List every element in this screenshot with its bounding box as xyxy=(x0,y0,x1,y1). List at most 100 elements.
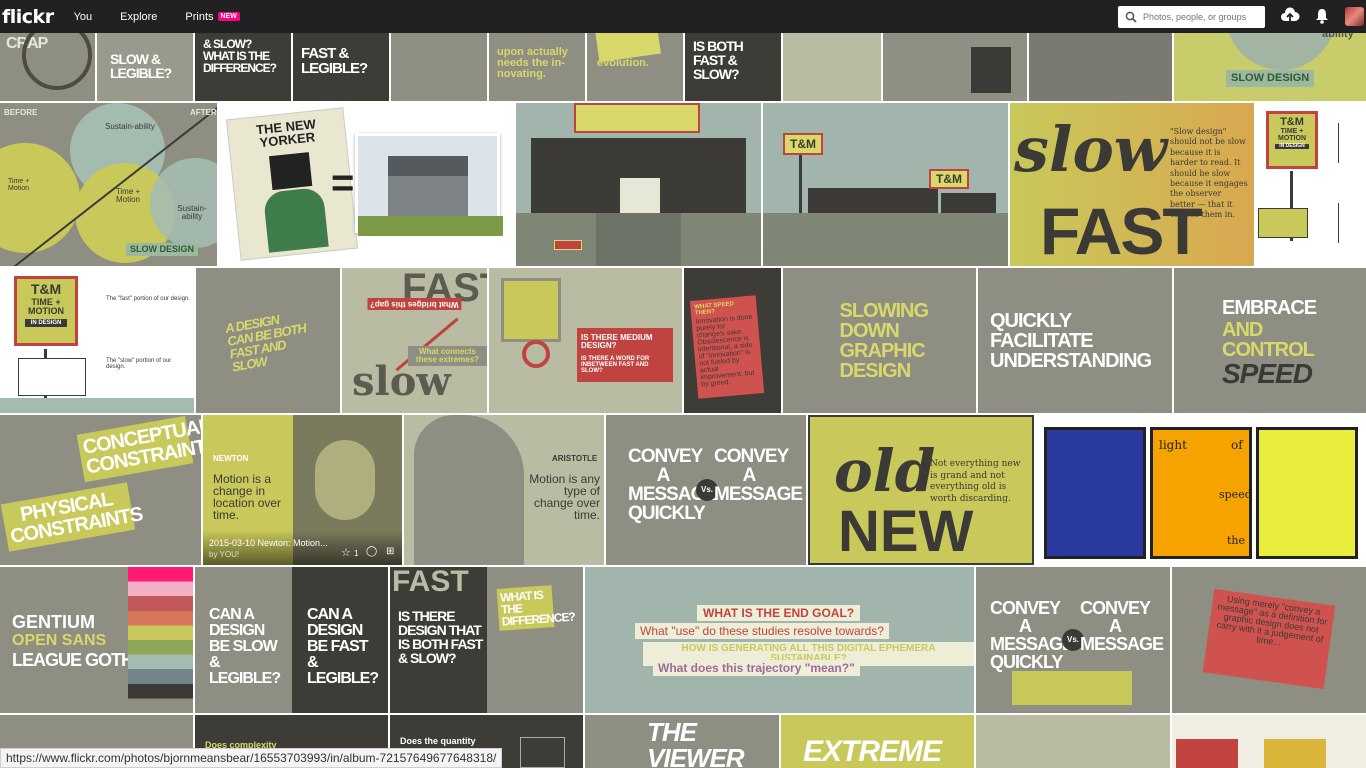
photo-tile[interactable]: EMBRACE AND CONTROL SPEED xyxy=(1174,268,1366,413)
question-1: CAN A DESIGN BE SLOW & LEGIBLE? xyxy=(209,606,281,687)
photo-tile[interactable]: A DESIGN CAN BE BOTH FAST AND SLOW xyxy=(196,268,340,413)
sign-sub: TIME + MOTION xyxy=(28,297,64,316)
photo-tile[interactable]: SLOWING DOWN GRAPHIC DESIGN xyxy=(783,268,976,413)
caption-fast: The "fast" portion of our design. xyxy=(106,296,190,302)
tile-text: evolution. xyxy=(597,57,649,69)
photo-tile[interactable]: CAN A DESIGN BE SLOW & LEGIBLE? CAN A DE… xyxy=(195,567,388,713)
tile-text: Does the quantity xyxy=(400,736,476,746)
photo-author[interactable]: by YOU! xyxy=(209,551,239,559)
red-card: Using merely "convey a message" as a def… xyxy=(1202,588,1336,690)
photo-tile[interactable]: WHAT IS THE END GOAL? What "use" do thes… xyxy=(585,567,974,713)
avatar[interactable] xyxy=(1345,7,1364,26)
nav-you[interactable]: You xyxy=(74,11,93,23)
add-to-gallery-icon[interactable]: ⊞ xyxy=(386,546,394,557)
photo-tile[interactable]: Using merely "convey a message" as a def… xyxy=(1172,567,1366,713)
question-1: IS THERE MEDIUM DESIGN? xyxy=(581,333,653,350)
panel xyxy=(18,358,86,396)
photo-tile[interactable]: GENTIUM OPEN SANS LEAGUE GOTHIC xyxy=(0,567,193,713)
photo-tile[interactable]: IS THERE MEDIUM DESIGN? IS THERE A WORD … xyxy=(489,268,682,413)
star-icon[interactable]: ☆ xyxy=(341,546,351,559)
photo-tile[interactable] xyxy=(1172,715,1366,768)
tm-label: Time + Motion xyxy=(115,187,141,204)
photo-tile[interactable]: QUICKLY FACILITATE UNDERSTANDING xyxy=(978,268,1172,413)
photo-tile[interactable]: THE VIEWER xyxy=(585,715,779,768)
portrait xyxy=(414,415,524,565)
tophat-figure xyxy=(268,152,313,191)
photo-tile[interactable]: NEWTON Motion is a change in location ov… xyxy=(203,415,402,565)
photo-tile[interactable]: EXTREME xyxy=(781,715,974,768)
photo-tile[interactable]: THE NEW YORKER = xyxy=(219,103,514,266)
house-photo xyxy=(355,133,503,236)
photo-tile[interactable]: T&M T&M xyxy=(763,103,1008,266)
new-word: NEW xyxy=(838,499,974,564)
poster-thumb xyxy=(1264,739,1326,768)
photo-tile[interactable]: light of speed the xyxy=(1036,415,1366,565)
font-name-2: OPEN SANS xyxy=(12,632,107,649)
photo-tile[interactable] xyxy=(976,715,1170,768)
magazine-title: THE NEW YORKER xyxy=(255,116,317,151)
quote-text: Not everything new is grand and not ever… xyxy=(930,459,1021,505)
card-text: Innovation is done purely for change's s… xyxy=(695,313,755,389)
tile-text: IS BOTH FAST & SLOW? xyxy=(693,37,744,82)
photo-tile[interactable]: FAST IS THERE DESIGN THAT IS BOTH FAST &… xyxy=(390,567,583,713)
main-nav: You Explore Prints NEW xyxy=(74,11,268,23)
tile-text: THE VIEWER xyxy=(647,717,745,768)
tile-text: QUICKLY FACILITATE UNDERSTANDING xyxy=(990,309,1152,372)
photo-tile[interactable]: slow FAST "Slow design" should not be sl… xyxy=(1010,103,1254,266)
sign-in: IN DESIGN xyxy=(1275,144,1309,149)
comment-icon[interactable]: ◯ xyxy=(366,546,377,557)
after-label: AFTER xyxy=(190,108,217,117)
aristotle-name: ARISTOTLE xyxy=(552,454,598,463)
goal-2: What "use" do these studies resolve towa… xyxy=(635,623,889,639)
photo-grid: CRAP SLOW & LEGIBLE? & SLOW? WHAT IS THE… xyxy=(0,0,1366,768)
photo-tile[interactable]: BEFORE AFTER Sustain-ability Time + Moti… xyxy=(0,103,217,266)
road xyxy=(596,213,681,266)
card-text-2: PHYSICAL CONSTRAINTS xyxy=(0,482,144,552)
right-text: CONVEY A MESSAGE xyxy=(1080,598,1164,654)
search-icon xyxy=(1125,11,1137,23)
upload-icon[interactable] xyxy=(1280,7,1300,25)
photo-tile[interactable]: FAST slow What bridges this gap? What co… xyxy=(342,268,487,413)
poster-orange: light of speed the xyxy=(1150,427,1252,559)
slow-design-label: SLOW DESIGN xyxy=(126,243,199,256)
nav-prints[interactable]: Prints NEW xyxy=(185,11,240,23)
sign-sub: TIME + MOTION xyxy=(1278,128,1306,142)
search-input[interactable] xyxy=(1143,12,1263,22)
control-text: CONTROL xyxy=(1222,339,1315,361)
figure-coat xyxy=(262,186,329,253)
slow-design-label: SLOW DESIGN xyxy=(1226,70,1315,87)
bell-icon[interactable] xyxy=(1315,7,1329,25)
text-card xyxy=(971,47,1011,93)
left-text: CONVEY A MESSAGE QUICKLY xyxy=(990,598,1074,672)
question-1: IS THERE DESIGN THAT IS BOTH FAST & SLOW… xyxy=(398,608,483,666)
panel xyxy=(1258,208,1308,238)
photo-tile[interactable]: T&M TIME + MOTION IN DESIGN The "fast" p… xyxy=(0,268,194,413)
poster-of: of xyxy=(1231,438,1243,452)
poster-the: the xyxy=(1227,534,1246,547)
tm-label: Time + Motion xyxy=(8,178,30,192)
old-word: old xyxy=(834,437,936,505)
card-text-1: CONCEPTUAL CONSTRAINTS xyxy=(76,415,201,483)
poster-speed: speed xyxy=(1219,488,1252,501)
fav-count: 1 xyxy=(354,549,359,558)
search-box[interactable] xyxy=(1118,6,1265,28)
blackletter-slow: slow xyxy=(1014,113,1168,186)
photo-tile[interactable]: T&M TIME + MOTION IN DESIGN xyxy=(1256,103,1366,266)
right-text: CONVEY A MESSAGE xyxy=(714,446,803,505)
photo-tile[interactable]: CONVEY A MESSAGE QUICKLY Vs. CONVEY A ME… xyxy=(976,567,1170,713)
ground xyxy=(0,398,194,413)
photo-title[interactable]: 2015-03-10 Newton: Motion... xyxy=(209,539,328,548)
photo-tile[interactable]: old NEW Not everything new is grand and … xyxy=(808,415,1034,565)
flickr-logo[interactable]: flickr xyxy=(2,6,54,28)
door xyxy=(620,178,660,213)
nav-explore[interactable]: Explore xyxy=(120,11,157,23)
new-badge: NEW xyxy=(217,12,240,21)
photo-tile[interactable]: CONCEPTUAL CONSTRAINTS PHYSICAL CONSTRAI… xyxy=(0,415,201,565)
poster-yellow xyxy=(1256,427,1358,559)
photo-tile[interactable]: WHAT SPEED THEN? Innovation is done pure… xyxy=(684,268,781,413)
sign-post xyxy=(799,155,802,215)
photo-tile[interactable]: CONVEY A MESSAGE QUICKLY Vs. CONVEY A ME… xyxy=(606,415,806,565)
caption-slow: The "slow" portion of our design. xyxy=(106,358,172,370)
photo-tile[interactable]: ARISTOTLE Motion is any type of change o… xyxy=(404,415,604,565)
photo-tile[interactable] xyxy=(516,103,761,266)
